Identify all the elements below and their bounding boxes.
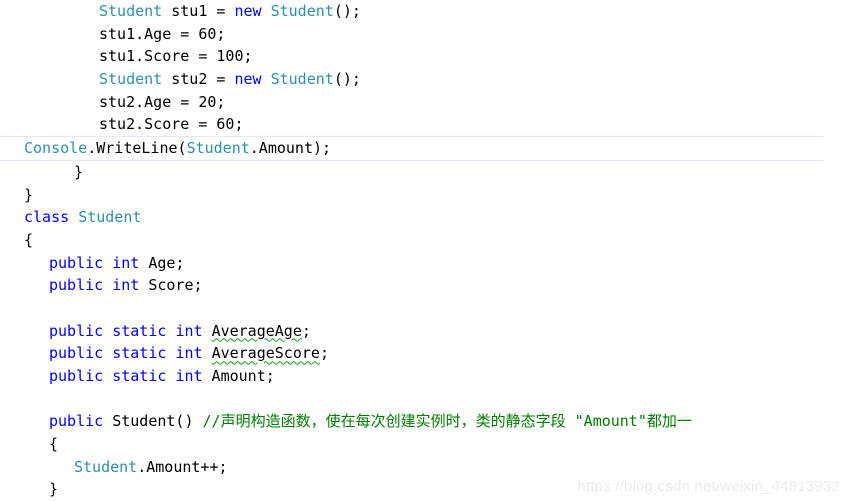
code-line[interactable]: Student.Amount++; [0,456,848,479]
code-token: new [234,70,262,89]
code-line[interactable]: public static int AverageAge; [0,320,848,343]
code-token: { [49,435,59,454]
code-token: Student [99,70,163,89]
code-line[interactable]: stu1.Age = 60; [0,23,848,46]
code-token: .Amount++; [137,457,228,476]
code-token: public [49,321,104,340]
code-token: stu2.Score = 60; [99,115,244,134]
code-token: public [49,276,104,295]
code-token: .WriteLine( [87,139,187,158]
code-line[interactable]: stu2.Score = 60; [0,113,848,136]
code-token: AverageScore [211,344,320,363]
code-line[interactable] [0,388,848,411]
code-token: Score; [139,276,203,295]
code-token: public [49,344,104,363]
code-line[interactable]: } [0,161,848,184]
code-editor[interactable]: Student stu1 = new Student(); stu1.Age = … [0,0,848,501]
code-line[interactable]: { [0,433,848,456]
code-line[interactable]: { [0,229,848,252]
code-token: { [24,230,34,249]
code-token: stu1.Age = 60; [99,24,226,43]
code-token: Age; [139,253,185,272]
code-token: int [175,367,203,385]
code-token: Student [186,139,250,158]
code-token: } [74,162,84,181]
code-token: public [49,412,104,431]
code-token: Student() [103,412,203,431]
code-line[interactable]: class Student [0,206,848,229]
code-line[interactable]: Student stu2 = new Student(); [0,68,848,91]
code-line[interactable]: stu2.Age = 20; [0,91,848,114]
code-token: int [175,321,203,340]
code-token: Console [24,139,88,158]
code-token: public [49,367,104,385]
code-token: class [24,208,70,227]
code-token: Student [270,2,334,20]
code-token: Amount; [202,367,275,385]
code-token: //声明构造函数，使在每次创建实例时，类的静态字段 "Amount"都加一 [202,412,692,431]
code-token: stu2 = [162,70,235,89]
code-line[interactable]: } [0,184,848,207]
code-line[interactable]: Student stu1 = new Student(); [0,0,848,23]
code-token: ; [319,344,329,363]
code-token: static [112,367,167,385]
code-token: Student [74,457,138,476]
code-token: public [49,253,104,272]
code-line[interactable]: stu1.Score = 100; [0,45,848,68]
code-surface[interactable]: Student stu1 = new Student(); stu1.Age = … [0,0,848,501]
code-line[interactable]: public static int Amount; [0,365,848,388]
code-token: } [24,185,34,204]
code-token: AverageAge [211,321,302,340]
code-token: ; [301,321,311,340]
code-line[interactable]: public int Age; [0,252,848,275]
code-token: Student [270,70,334,89]
watermark: https://blog.csdn.net/weixin_44813932 [577,478,840,495]
code-token: Student [78,208,142,227]
code-token: static [112,344,167,363]
code-line[interactable] [0,297,848,320]
code-line[interactable]: public Student() //声明构造函数，使在每次创建实例时，类的静态… [0,410,848,433]
code-token: stu1.Score = 100; [99,47,253,66]
code-token: .Amount); [249,139,332,158]
code-token: int [112,253,140,272]
code-token: new [234,2,262,20]
code-token: static [112,321,167,340]
code-token: int [112,276,140,295]
code-line[interactable]: public int Score; [0,274,848,297]
code-token: (); [333,70,361,89]
code-token: (); [333,2,361,20]
code-token: stu1 = [162,2,235,20]
code-token: Student [99,2,163,20]
code-line[interactable]: public static int AverageScore; [0,342,848,365]
code-token: stu2.Age = 20; [99,92,226,111]
code-token: } [49,480,59,499]
code-line[interactable]: Console.WriteLine(Student.Amount); [0,136,824,161]
code-token: int [175,344,203,363]
